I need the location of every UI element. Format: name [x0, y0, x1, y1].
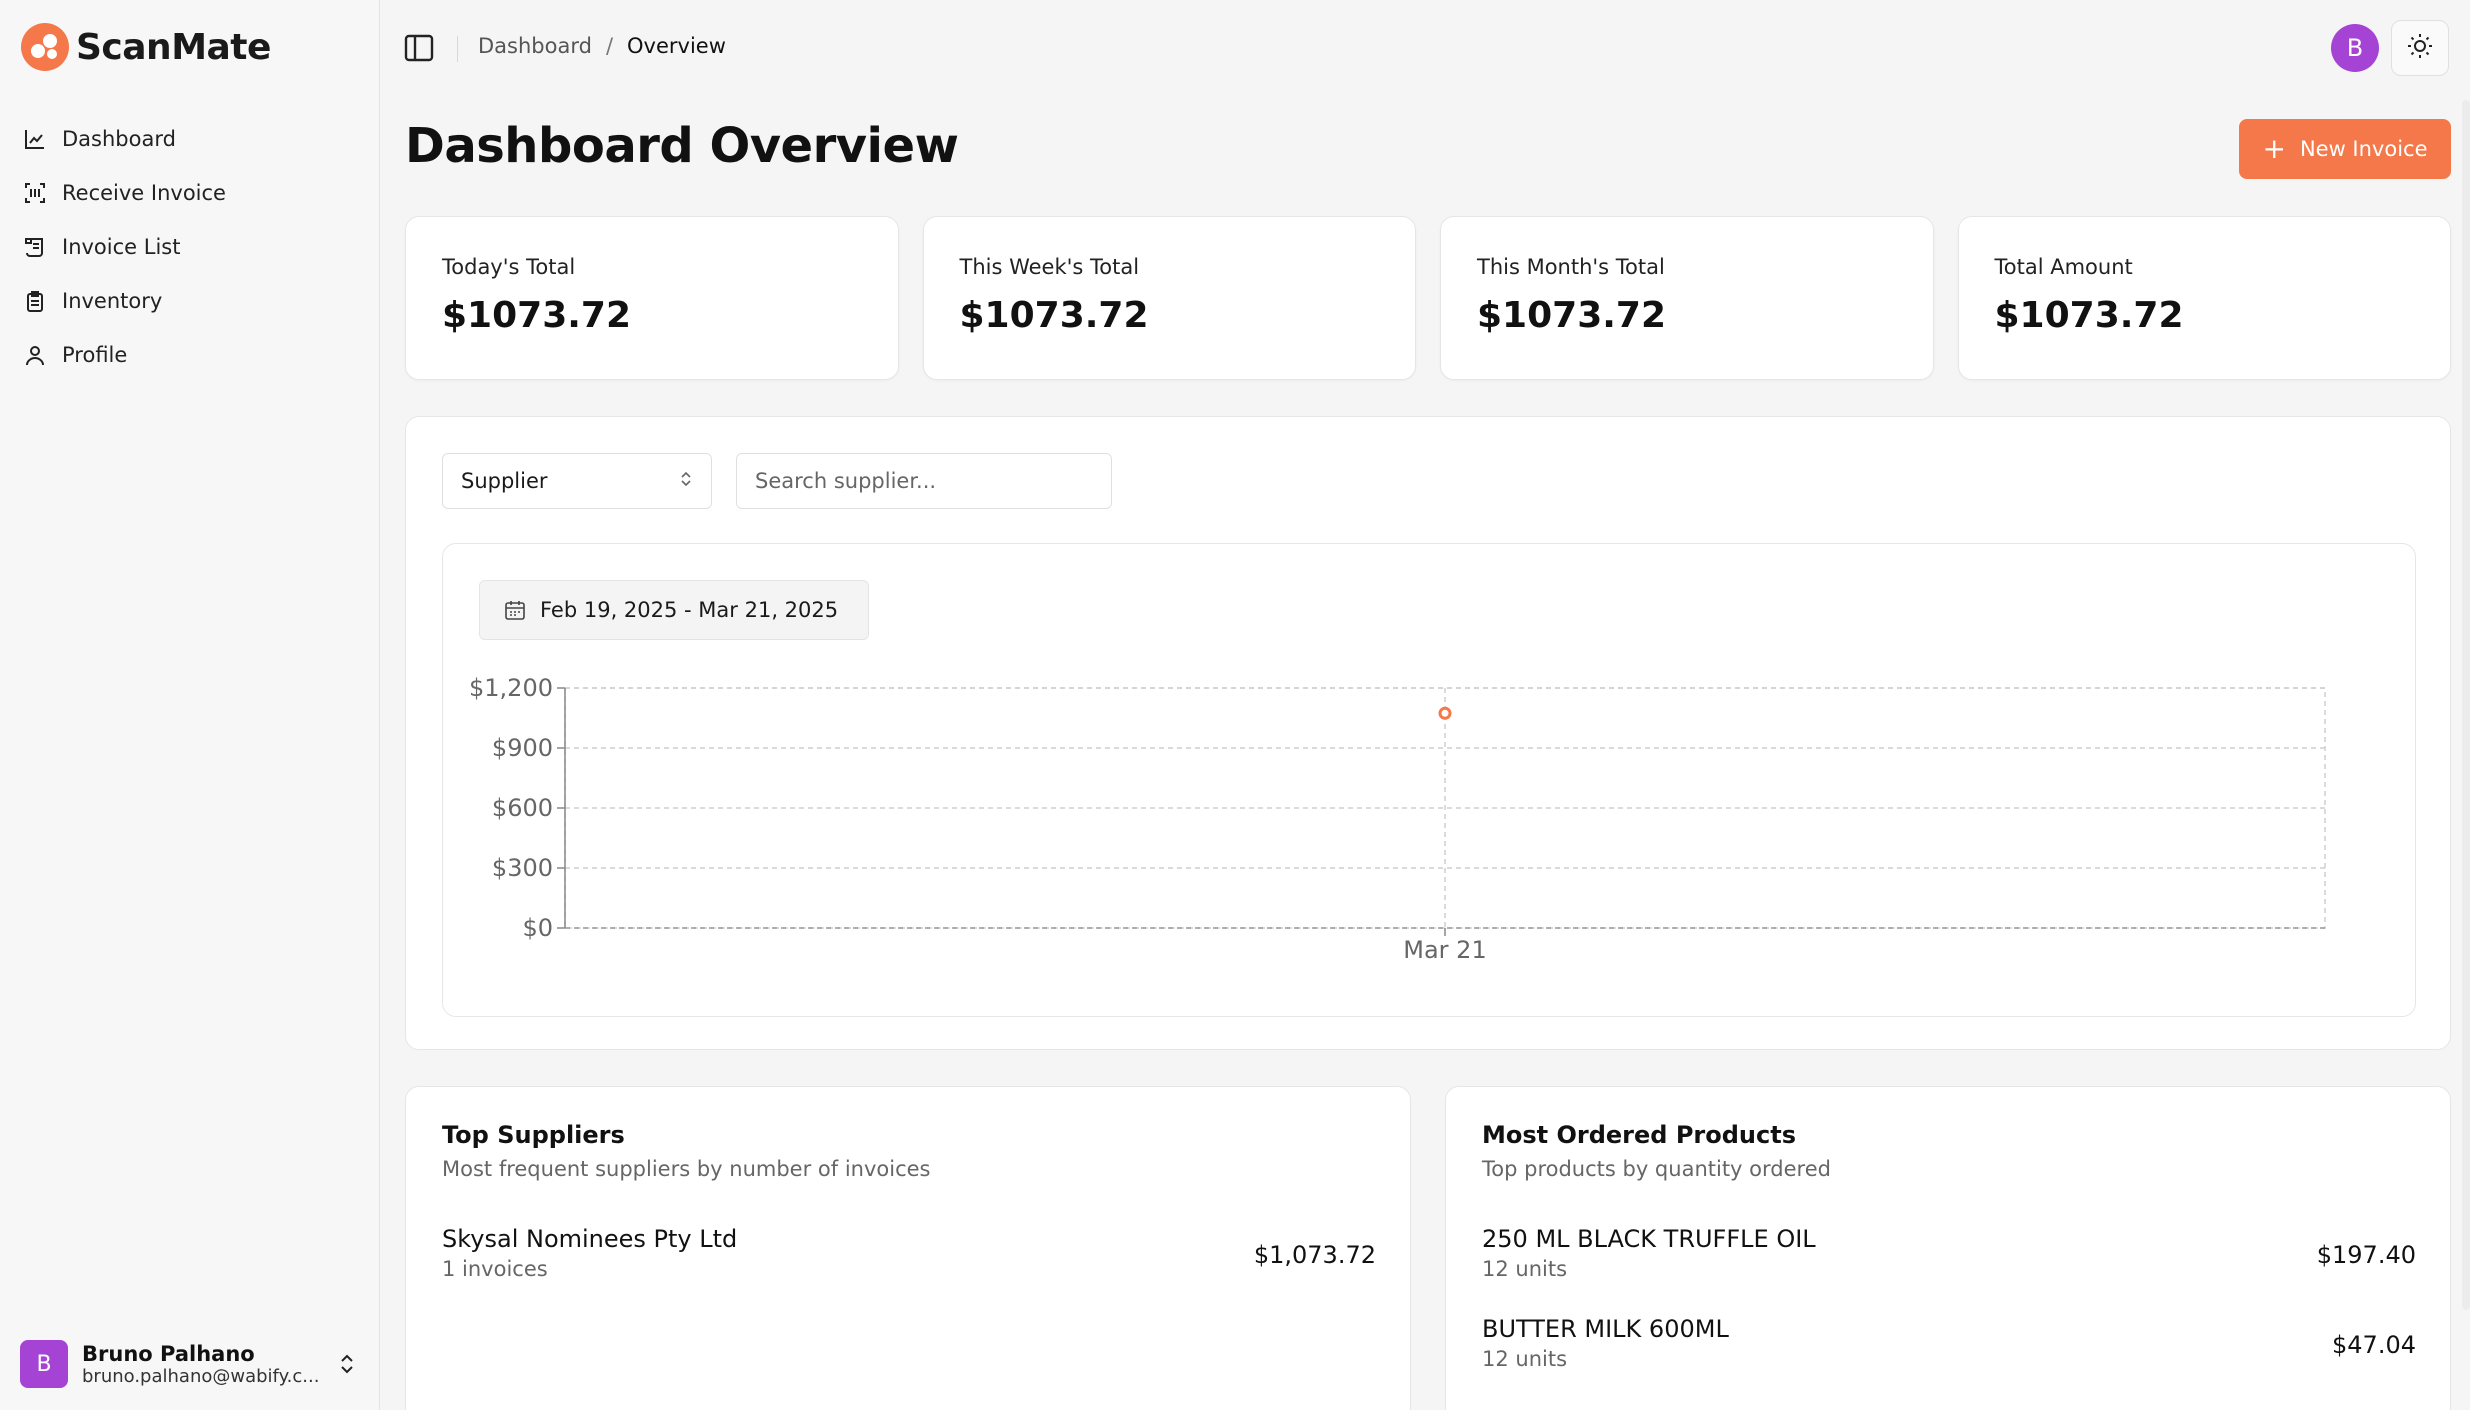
supplier-select-value: Supplier: [461, 469, 548, 493]
product-name: 250 ML BLACK TRUFFLE OIL: [1482, 1225, 1816, 1253]
date-range-label: Feb 19, 2025 - Mar 21, 2025: [540, 598, 839, 622]
stat-card-week: This Week's Total $1073.72: [922, 216, 1416, 380]
scroll-icon: [22, 234, 48, 260]
stats-row: Today's Total $1073.72 This Week's Total…: [405, 216, 2451, 380]
card-title: Most Ordered Products: [1482, 1121, 1796, 1149]
topbar-divider: [457, 36, 458, 62]
stat-value: $1073.72: [1477, 295, 1667, 336]
app-logo[interactable]: ScanMate: [20, 22, 271, 72]
breadcrumb: Dashboard / Overview: [478, 34, 726, 58]
sidebar-item-label: Inventory: [62, 289, 163, 313]
line-chart: $0 $300 $600 $900 $1,200 Mar 21: [469, 674, 2326, 964]
chart-line-icon: [22, 126, 48, 152]
page-title: Dashboard Overview: [405, 118, 959, 174]
supplier-amount: $1,073.72: [1253, 1241, 1376, 1269]
sidebar-item-dashboard[interactable]: Dashboard: [18, 112, 358, 166]
supplier-meta: 1 invoices: [442, 1257, 548, 1281]
logo-icon: [20, 22, 70, 72]
card-title: Top Suppliers: [442, 1121, 625, 1149]
breadcrumb-overview: Overview: [627, 34, 726, 58]
y-tick-label: $1,200: [469, 674, 553, 702]
user-icon: [22, 342, 48, 368]
stat-label: Total Amount: [1994, 255, 2133, 279]
stat-card-today: Today's Total $1073.72: [405, 216, 899, 380]
chevrons-up-down-icon: [334, 1351, 360, 1377]
sidebar-item-label: Invoice List: [62, 235, 181, 259]
sun-icon: [2406, 32, 2434, 64]
clipboard-icon: [22, 288, 48, 314]
list-item[interactable]: Skysal Nominees Pty Ltd 1 invoices $1,07…: [442, 1225, 1376, 1295]
calendar-icon: [504, 599, 526, 621]
topbar: Dashboard / Overview B: [381, 0, 2470, 96]
chevrons-up-down-icon: [679, 469, 693, 493]
scan-icon: [22, 180, 48, 206]
sidebar-toggle-icon[interactable]: [403, 32, 437, 66]
sidebar-item-label: Profile: [62, 343, 128, 367]
sidebar-item-label: Dashboard: [62, 127, 176, 151]
data-point: [1438, 706, 1452, 720]
y-tick-label: $300: [492, 854, 553, 882]
stat-card-total: Total Amount $1073.72: [1957, 216, 2451, 380]
stat-value: $1073.72: [959, 295, 1149, 336]
product-meta: 12 units: [1482, 1257, 1568, 1281]
search-supplier-input[interactable]: [736, 453, 1112, 509]
list-item[interactable]: BUTTER MILK 600ML 12 units $47.04: [1482, 1315, 2416, 1385]
product-amount: $197.40: [2316, 1241, 2416, 1269]
stat-label: Today's Total: [442, 255, 576, 279]
sidebar: ScanMate Dashboard Receive Invoice Invoi…: [0, 0, 380, 1410]
avatar[interactable]: B: [2331, 24, 2379, 72]
card-subtitle: Most frequent suppliers by number of inv…: [442, 1157, 931, 1181]
sidebar-item-profile[interactable]: Profile: [18, 328, 358, 382]
stat-value: $1073.72: [442, 295, 632, 336]
breadcrumb-separator: /: [605, 34, 614, 58]
product-amount: $47.04: [2332, 1331, 2416, 1359]
date-range-picker[interactable]: Feb 19, 2025 - Mar 21, 2025: [479, 580, 869, 640]
sidebar-item-inventory[interactable]: Inventory: [18, 274, 358, 328]
scrollbar[interactable]: [2462, 100, 2470, 1310]
top-suppliers-card: Top Suppliers Most frequent suppliers by…: [405, 1086, 1411, 1410]
stat-card-month: This Month's Total $1073.72: [1440, 216, 1934, 380]
app-name: ScanMate: [76, 26, 271, 68]
avatar: B: [20, 1340, 68, 1388]
sidebar-item-label: Receive Invoice: [62, 181, 226, 205]
x-tick-label: Mar 21: [1403, 936, 1486, 964]
theme-toggle-button[interactable]: [2391, 20, 2449, 76]
main-content: Dashboard / Overview B Dashboard Overvie…: [381, 0, 2470, 1410]
product-meta: 12 units: [1482, 1347, 1568, 1371]
stat-label: This Month's Total: [1477, 255, 1665, 279]
list-item[interactable]: 250 ML BLACK TRUFFLE OIL 12 units $197.4…: [1482, 1225, 2416, 1295]
card-subtitle: Top products by quantity ordered: [1482, 1157, 1831, 1181]
new-invoice-label: New Invoice: [2299, 137, 2428, 161]
sidebar-nav: Dashboard Receive Invoice Invoice List I…: [18, 112, 358, 382]
supplier-name: Skysal Nominees Pty Ltd: [442, 1225, 738, 1253]
stat-value: $1073.72: [1994, 295, 2184, 336]
y-tick-label: $0: [522, 914, 553, 942]
breadcrumb-dashboard[interactable]: Dashboard: [478, 34, 592, 58]
sidebar-item-receive-invoice[interactable]: Receive Invoice: [18, 166, 358, 220]
user-name: Bruno Palhano: [82, 1341, 255, 1366]
plus-icon: +: [2262, 132, 2286, 165]
y-tick-label: $900: [492, 734, 553, 762]
stat-label: This Week's Total: [959, 255, 1140, 279]
supplier-select[interactable]: Supplier: [442, 453, 712, 509]
product-name: BUTTER MILK 600ML: [1482, 1315, 1729, 1343]
y-tick-label: $600: [492, 794, 553, 822]
new-invoice-button[interactable]: + New Invoice: [2239, 119, 2451, 179]
chart-panel: Feb 19, 2025 - Mar 21, 2025 $0 $300 $600 $9…: [442, 543, 2416, 1017]
most-ordered-card: Most Ordered Products Top products by qu…: [1445, 1086, 2451, 1410]
sidebar-item-invoice-list[interactable]: Invoice List: [18, 220, 358, 274]
chart-card: Supplier Feb 19, 2025 - Mar 21, 2025 $0$…: [405, 416, 2451, 1050]
user-email: bruno.palhano@wabify.c...: [82, 1365, 320, 1387]
user-menu[interactable]: B Bruno Palhano bruno.palhano@wabify.c..…: [20, 1336, 360, 1392]
